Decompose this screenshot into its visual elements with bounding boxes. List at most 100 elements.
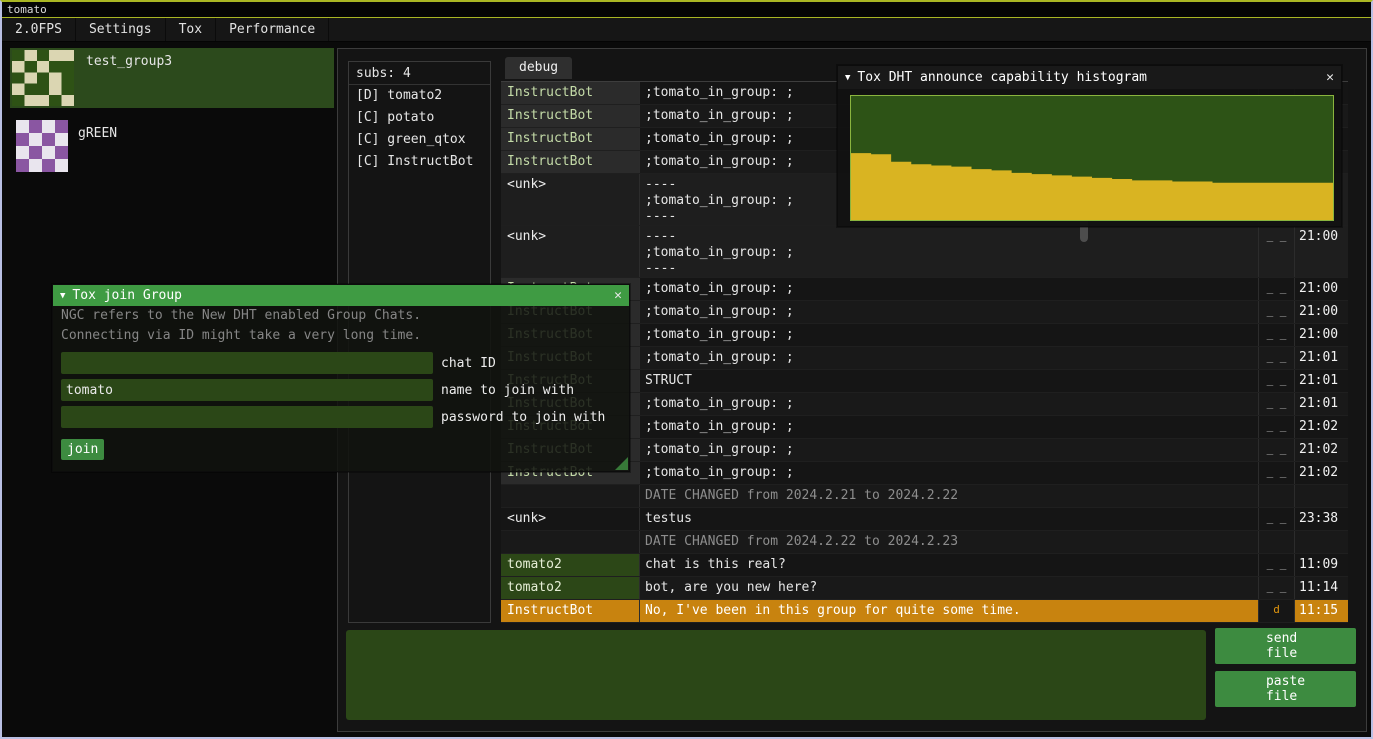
date-separator-row[interactable]: DATE CHANGED from 2024.2.22 to 2024.2.23 — [501, 531, 1348, 554]
sender-cell: InstructBot — [501, 82, 640, 104]
message-cell: bot, are you new here? — [640, 577, 1259, 599]
message-cell: ;tomato_in_group: ; — [640, 439, 1259, 461]
subs-item-d-tomato2[interactable]: [D] tomato2 — [349, 85, 490, 107]
chat-id-input-row: chat ID — [61, 352, 621, 374]
menu-item-2-0fps[interactable]: 2.0FPS — [2, 18, 76, 41]
message-cell: ---- ;tomato_in_group: ; ---- — [640, 226, 1259, 277]
message-cell: STRUCT — [640, 370, 1259, 392]
subs-item-c-potato[interactable]: [C] potato — [349, 107, 490, 129]
file-buttons: send file paste file — [1215, 628, 1356, 707]
time-cell: 11:14 — [1295, 577, 1348, 599]
chat-id-input[interactable] — [61, 352, 433, 374]
join-password-input-row: password to join with — [61, 406, 621, 428]
join-group-window: ▼ Tox join Group ✕ NGC refers to the New… — [52, 284, 630, 472]
chat-id-input-label: chat ID — [433, 356, 496, 371]
join-button[interactable]: join — [61, 439, 104, 460]
histogram-plot-svg — [851, 96, 1333, 220]
join-name-input[interactable] — [61, 379, 433, 401]
time-cell: 21:01 — [1295, 370, 1348, 392]
menu-item-tox[interactable]: Tox — [166, 18, 216, 41]
send-file-label: send file — [1266, 631, 1305, 661]
date-separator-row[interactable]: DATE CHANGED from 2024.2.21 to 2024.2.22 — [501, 485, 1348, 508]
message-row[interactable]: tomato2bot, are you new here?_ _11:14 — [501, 577, 1348, 600]
time-cell: 21:02 — [1295, 462, 1348, 484]
sender-cell: InstructBot — [501, 600, 640, 622]
flags-cell: _ _ — [1259, 554, 1295, 576]
group-avatar — [12, 50, 74, 106]
time-cell: 11:15 — [1295, 600, 1348, 622]
sender-cell: InstructBot — [501, 151, 640, 173]
message-row[interactable]: tomato2chat is this real?_ _11:09 — [501, 554, 1348, 577]
contact-item-green[interactable]: gREEN — [10, 120, 334, 180]
message-row[interactable]: InstructBotNo, I've been in this group f… — [501, 600, 1348, 623]
menu-item-settings[interactable]: Settings — [76, 18, 166, 41]
contact-list: test_group3 gREEN — [10, 48, 334, 192]
message-cell: chat is this real? — [640, 554, 1259, 576]
sender-cell: tomato2 — [501, 577, 640, 599]
contact-name: gREEN — [68, 120, 117, 180]
join-info-line: Connecting via ID might take a very long… — [53, 326, 629, 346]
join-password-input[interactable] — [61, 406, 433, 428]
collapse-icon[interactable]: ▼ — [60, 291, 65, 301]
sender-cell: InstructBot — [501, 128, 640, 150]
message-cell: ;tomato_in_group: ; — [640, 324, 1259, 346]
time-cell — [1295, 485, 1348, 507]
send-file-button[interactable]: send file — [1215, 628, 1356, 664]
subs-item-c-green-qtox[interactable]: [C] green_qtox — [349, 129, 490, 151]
flags-cell: d — [1259, 600, 1295, 622]
message-cell: ;tomato_in_group: ; — [640, 301, 1259, 323]
join-password-input-label: password to join with — [433, 410, 605, 425]
time-cell: 23:38 — [1295, 508, 1348, 530]
message-cell: DATE CHANGED from 2024.2.21 to 2024.2.22 — [640, 485, 1259, 507]
close-icon[interactable]: ✕ — [614, 288, 622, 303]
sender-cell: <unk> — [501, 508, 640, 530]
join-name-input-row: name to join with — [61, 379, 621, 401]
time-cell: 21:00 — [1295, 226, 1348, 277]
message-cell: ;tomato_in_group: ; — [640, 347, 1259, 369]
flags-cell: _ _ — [1259, 416, 1295, 438]
message-row[interactable]: <unk>testus_ _23:38 — [501, 508, 1348, 531]
menu-item-performance[interactable]: Performance — [216, 18, 329, 41]
message-cell: ;tomato_in_group: ; — [640, 416, 1259, 438]
flags-cell: _ _ — [1259, 301, 1295, 323]
flags-cell: _ _ — [1259, 278, 1295, 300]
join-fields: chat ID name to join with password to join… — [53, 346, 629, 428]
histogram-window: ▼ Tox DHT announce capability histogram … — [837, 65, 1342, 227]
flags-cell: _ _ — [1259, 508, 1295, 530]
message-input[interactable] — [346, 630, 1206, 720]
histogram-window-titlebar[interactable]: ▼ Tox DHT announce capability histogram … — [838, 66, 1341, 89]
flags-cell — [1259, 531, 1295, 553]
flags-cell: _ _ — [1259, 347, 1295, 369]
menubar: 2.0FPSSettingsToxPerformance — [2, 18, 1371, 42]
contact-item-test-group3[interactable]: test_group3 — [10, 48, 334, 108]
paste-file-label: paste file — [1266, 674, 1305, 704]
window-title: tomato — [2, 2, 1371, 18]
message-row[interactable]: <unk>---- ;tomato_in_group: ; ----_ _21:… — [501, 226, 1348, 278]
paste-file-button[interactable]: paste file — [1215, 671, 1356, 707]
flags-cell: _ _ — [1259, 226, 1295, 277]
message-cell: testus — [640, 508, 1259, 530]
close-icon[interactable]: ✕ — [1326, 70, 1334, 85]
collapse-icon[interactable]: ▼ — [845, 73, 850, 83]
tab-debug[interactable]: debug — [505, 57, 572, 79]
sender-cell: <unk> — [501, 226, 640, 277]
app-window: tomato 2.0FPSSettingsToxPerformance test… — [0, 0, 1373, 739]
flags-cell: _ _ — [1259, 370, 1295, 392]
histogram-window-title: Tox DHT announce capability histogram — [857, 70, 1319, 85]
flags-cell: _ _ — [1259, 393, 1295, 415]
contact-avatar — [16, 120, 68, 172]
histogram-plot — [850, 95, 1334, 221]
subs-count: subs: 4 — [349, 62, 490, 85]
join-name-input-label: name to join with — [433, 383, 574, 398]
subs-list: [D] tomato2[C] potato[C] green_qtox[C] I… — [349, 85, 490, 173]
flags-cell: _ _ — [1259, 462, 1295, 484]
subs-item-c-instructbot[interactable]: [C] InstructBot — [349, 151, 490, 173]
join-window-titlebar[interactable]: ▼ Tox join Group ✕ — [53, 285, 629, 306]
time-cell: 21:02 — [1295, 439, 1348, 461]
time-cell — [1295, 531, 1348, 553]
sender-cell — [501, 531, 640, 553]
sender-cell: InstructBot — [501, 105, 640, 127]
time-cell: 21:02 — [1295, 416, 1348, 438]
resize-grip[interactable] — [615, 457, 628, 470]
flags-cell: _ _ — [1259, 439, 1295, 461]
